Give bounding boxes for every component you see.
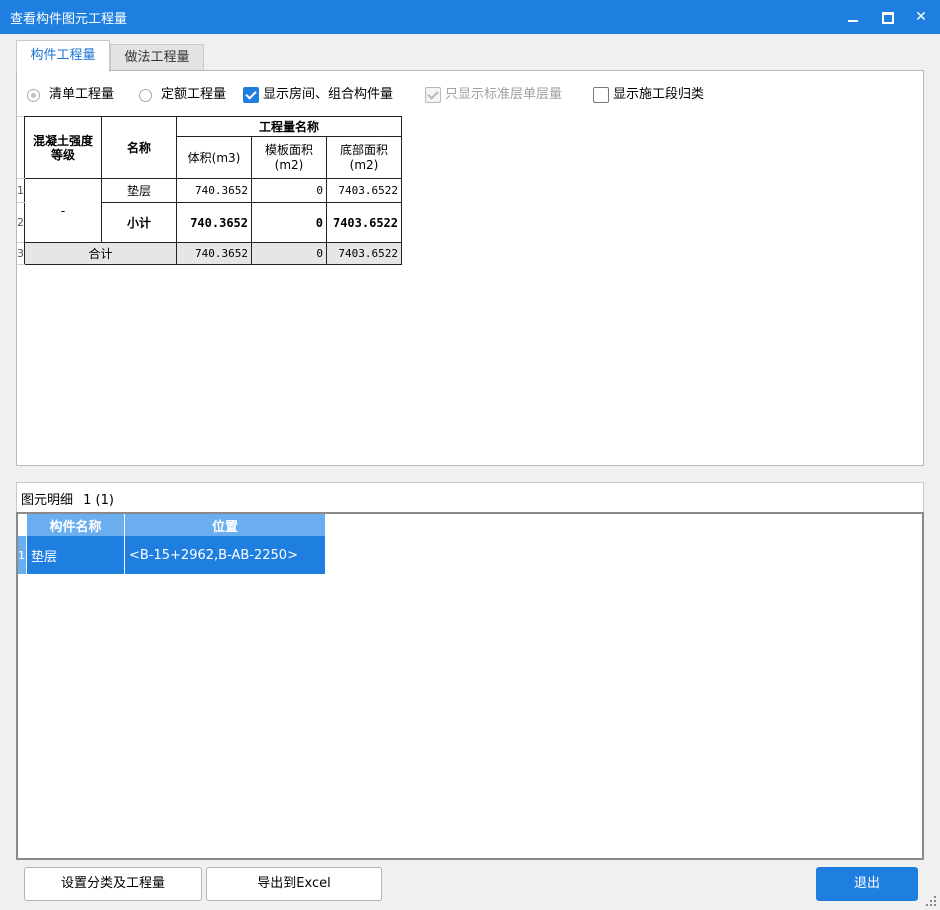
row-number-header (17, 116, 25, 179)
table-row[interactable]: 1 垫层 <B-15+2962,B-AB-2250> (18, 536, 326, 574)
table-row[interactable]: 3 合计 740.3652 0 7403.6522 (17, 242, 402, 265)
cell-formwork[interactable]: 0 (251, 242, 327, 265)
cell-volume[interactable]: 740.3652 (176, 202, 252, 243)
cell-component-name[interactable]: 垫层 (26, 536, 125, 574)
detail-table: 构件名称 位置 1 垫层 <B-15+2962,B-AB-2250> (18, 514, 326, 574)
minimize-icon[interactable] (838, 0, 868, 34)
checkbox-construction-stage-label: 显示施工段归类 (613, 87, 705, 102)
resize-grip-icon[interactable] (926, 896, 936, 906)
cell-position[interactable]: <B-15+2962,B-AB-2250> (124, 536, 326, 574)
radio-list-label: 清单工程量 (49, 87, 115, 102)
export-excel-button[interactable]: 导出到Excel (206, 867, 382, 901)
close-icon[interactable]: ✕ (906, 0, 936, 34)
header-concrete-grade: 混凝土强度等级 (24, 116, 102, 179)
maximize-icon[interactable] (872, 0, 902, 34)
cell-volume[interactable]: 740.3652 (176, 242, 252, 265)
splitter[interactable] (16, 466, 922, 482)
radio-quota-label: 定额工程量 (161, 87, 227, 102)
checkbox[interactable] (593, 87, 609, 103)
detail-label-wrap: 图元明细 1 (1) (21, 489, 114, 508)
cell-formwork[interactable]: 0 (251, 202, 327, 243)
checkbox-show-room-label: 显示房间、组合构件量 (263, 87, 394, 102)
table-row[interactable]: 1 - 垫层 740.3652 0 7403.6522 (17, 178, 402, 243)
exit-button[interactable]: 退出 (816, 867, 918, 901)
cell-bottom[interactable]: 7403.6522 (326, 242, 402, 265)
row-number: 2 (17, 202, 25, 243)
header-bottom-area: 底部面积(m2) (326, 136, 402, 179)
cell-name[interactable]: 垫层 (101, 178, 177, 203)
cell-formwork[interactable]: 0 (251, 178, 327, 203)
cell-bottom[interactable]: 7403.6522 (326, 202, 402, 243)
checkbox-standard-floor-label: 只显示标准层单层量 (445, 87, 563, 102)
title-bar[interactable]: 查看构件图元工程量 ✕ (0, 0, 940, 34)
header-formwork-area: 模板面积(m2) (251, 136, 327, 179)
tab-method-quantity[interactable]: 做法工程量 (110, 44, 204, 72)
cell-volume[interactable]: 740.3652 (176, 178, 252, 203)
detail-panel: 构件名称 位置 1 垫层 <B-15+2962,B-AB-2250> (16, 512, 924, 860)
checkbox[interactable] (425, 87, 441, 103)
row-number: 1 (18, 536, 27, 574)
detail-header: 图元明细 1 (1) (16, 482, 924, 513)
quantity-dialog: 查看构件图元工程量 ✕ 构件工程量 做法工程量 清单工程量 定额工程量 显示房间… (0, 0, 940, 910)
window-title: 查看构件图元工程量 (10, 12, 128, 27)
row-number-header (18, 514, 27, 536)
cell-name[interactable]: 小计 (101, 202, 177, 243)
classify-quantity-button[interactable]: 设置分类及工程量 (24, 867, 202, 901)
summary-panel: 清单工程量 定额工程量 显示房间、组合构件量 只显示标准层单层量 显示施工段归类 (16, 70, 924, 466)
header-position: 位置 (124, 514, 326, 536)
cell-grade[interactable]: - (24, 178, 102, 243)
row-number: 1 (17, 178, 25, 203)
summary-table: 混凝土强度等级 名称 工程量名称 体积(m3) 模板面积(m2) 底部面积(m2… (17, 116, 402, 265)
row-number: 3 (17, 242, 25, 265)
checkbox[interactable] (243, 87, 259, 103)
tab-component-quantity[interactable]: 构件工程量 (16, 40, 110, 72)
radio-button[interactable] (27, 89, 40, 102)
detail-label: 图元明细 (21, 493, 74, 508)
cell-total-label[interactable]: 合计 (24, 242, 177, 265)
detail-count: 1 (1) (83, 493, 114, 508)
header-quantity-group: 工程量名称 (176, 116, 402, 137)
header-component-name: 构件名称 (26, 514, 125, 536)
radio-button[interactable] (139, 89, 152, 102)
header-volume: 体积(m3) (176, 136, 252, 179)
header-name: 名称 (101, 116, 177, 179)
cell-bottom[interactable]: 7403.6522 (326, 178, 402, 203)
